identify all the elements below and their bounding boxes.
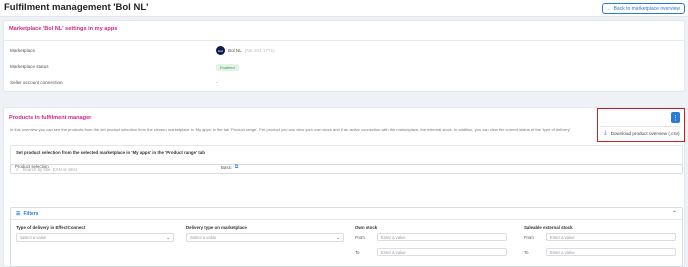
divider <box>4 40 684 41</box>
external-stock-from-input[interactable]: Enter a value <box>546 233 676 241</box>
back-to-marketplace-button[interactable]: ← Back to marketplace overview <box>601 3 685 14</box>
marketplace-label: Marketplace <box>10 48 36 53</box>
own-stock-from-label: From <box>355 235 365 240</box>
download-label: Download product overview (.csv) <box>610 131 680 136</box>
arrow-left-icon: ← <box>606 5 612 12</box>
own-stock-label: Own stock <box>355 225 378 230</box>
products-description: In this overview you can see the product… <box>10 127 572 132</box>
input-placeholder: Enter a value <box>550 249 575 255</box>
products-title: Products in fulfilment manager <box>9 115 92 121</box>
download-icon: ⤓ <box>604 130 607 136</box>
bol-logo-icon: bol <box>216 46 225 55</box>
own-stock-to-label: To <box>355 250 360 255</box>
external-stock-to-label: To <box>524 250 529 255</box>
marketplace-value: bol Bol NL (NS 201 1771) <box>216 46 275 55</box>
filters-title: ☰ Filters <box>16 211 39 217</box>
chevron-up-icon[interactable]: ⌃ <box>672 210 677 217</box>
divider <box>601 126 681 127</box>
input-placeholder: Enter a value <box>550 234 575 240</box>
marketplace-settings-card: Marketplace 'Bol NL' settings in my apps… <box>3 20 685 92</box>
more-options-button[interactable]: ⋮ <box>671 112 680 123</box>
external-stock-label: Saleable external stock <box>524 225 573 230</box>
external-link-icon[interactable]: ⧉ <box>235 164 239 170</box>
product-selection-label: Product selection <box>15 164 49 169</box>
chevron-down-icon: ⌄ <box>336 235 340 240</box>
filters-label: Filters <box>23 211 39 217</box>
input-placeholder: Enter a value <box>381 234 406 240</box>
external-stock-to-input[interactable]: Enter a value <box>546 248 676 256</box>
highlighted-actions-menu: ⋮ ⤓ Download product overview (.csv) <box>597 108 685 142</box>
kebab-icon: ⋮ <box>672 114 679 122</box>
select-placeholder: Select a value <box>20 235 47 240</box>
select-placeholder: Select a value <box>190 235 217 240</box>
seller-account-value: - <box>216 80 218 85</box>
product-selection-basic: Basic <box>221 164 232 170</box>
own-stock-from-input[interactable]: Enter a value <box>377 233 507 241</box>
input-placeholder: Enter a value <box>381 249 406 255</box>
download-product-overview-item[interactable]: ⤓ Download product overview (.csv) <box>604 130 680 137</box>
marketplace-id: (NS 201 1771) <box>244 48 275 53</box>
page-header: Fulfilment management 'Bol NL' ← Back to… <box>0 0 688 17</box>
filter-icon: ☰ <box>16 211 21 217</box>
filters-header[interactable]: ☰ Filters ⌃ <box>11 208 682 220</box>
marketplace-status-value: Enabled <box>216 64 239 71</box>
filters-panel: ☰ Filters ⌃ Type of delivery in EffectCo… <box>10 207 683 267</box>
product-selection-value: Basic ⧉ <box>221 164 238 170</box>
products-card: Products in fulfilment manager In this o… <box>3 107 685 267</box>
seller-account-label: Seller account connection <box>10 80 63 85</box>
delivery-type-mp-label: Delivery type on marketplace <box>186 225 247 230</box>
chevron-down-icon: ⌄ <box>166 235 170 240</box>
marketplace-status-label: Marketplace status <box>10 64 49 69</box>
own-stock-to-input[interactable]: Enter a value <box>377 248 507 256</box>
external-stock-from-label: From <box>524 235 534 240</box>
delivery-type-ec-label: Type of delivery in EffectConnect <box>16 225 86 230</box>
delivery-type-ec-select[interactable]: Select a value ⌄ <box>16 233 174 242</box>
delivery-type-mp-select[interactable]: Select a value ⌄ <box>186 233 344 242</box>
marketplace-settings-title: Marketplace 'Bol NL' settings in my apps <box>9 26 118 32</box>
back-button-label: Back to marketplace overview <box>613 5 680 12</box>
marketplace-name: Bol NL <box>228 48 242 53</box>
product-selection-row: Product selection Basic ⧉ <box>9 144 682 172</box>
status-badge: Enabled <box>216 64 239 71</box>
page-title: Fulfilment management 'Bol NL' <box>4 2 149 13</box>
